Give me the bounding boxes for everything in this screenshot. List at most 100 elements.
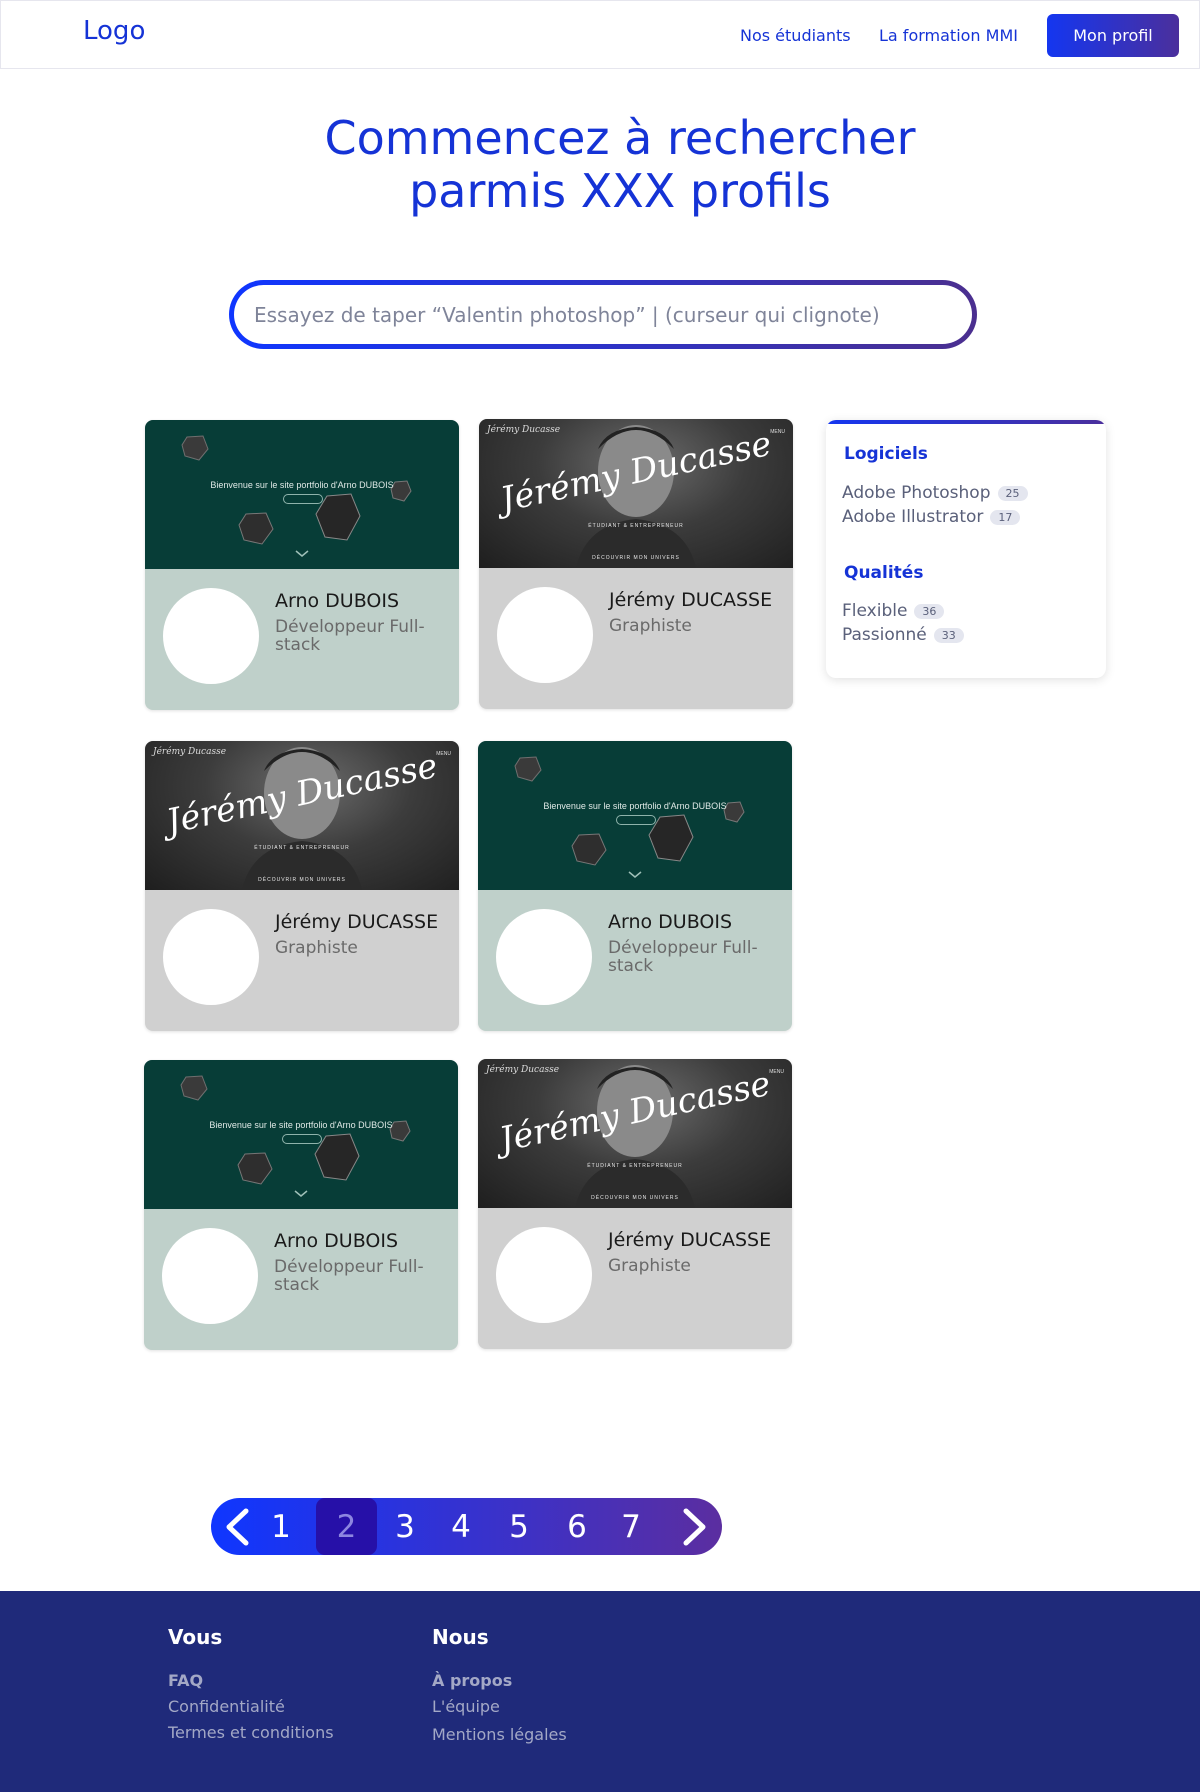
student-name: Jérémy DUCASSE: [609, 589, 773, 611]
filter-item-flexible[interactable]: Flexible 36: [842, 601, 945, 621]
avatar: [163, 909, 259, 1005]
portfolio-preview-image: Bienvenue sur le site portfolio d'Arno D…: [145, 420, 459, 569]
pagination-page-1[interactable]: 1: [259, 1498, 303, 1555]
gem-shape: [514, 756, 542, 782]
footer-link-equipe[interactable]: L'équipe: [432, 1697, 500, 1716]
banner-welcome-text: Bienvenue sur le site portfolio d'Arno D…: [210, 480, 394, 490]
portfolio-preview-image: Bienvenue sur le site portfolio d'Arno D…: [478, 741, 792, 890]
filter-count-badge: 17: [990, 509, 1021, 525]
pagination-page-7[interactable]: 7: [609, 1498, 653, 1555]
footer-link-faq[interactable]: FAQ: [168, 1671, 203, 1690]
student-name: Arno DUBOIS: [608, 911, 733, 933]
banner-pill: [283, 494, 323, 504]
banner-welcome-text: Bienvenue sur le site portfolio d'Arno D…: [543, 801, 727, 811]
student-role: Graphiste: [275, 938, 358, 958]
student-card[interactable]: Jérémy Ducasse MENU Jérémy Ducasse ÉTUDI…: [145, 741, 459, 1031]
filter-heading-qualites: Qualités: [844, 563, 924, 583]
pagination-page-5[interactable]: 5: [497, 1498, 541, 1555]
banner-cta: DÉCOUVRIR MON UNIVERS: [258, 877, 346, 883]
footer-link-mentions[interactable]: Mentions légales: [432, 1725, 567, 1744]
banner-subtitle: ÉTUDIANT & ENTREPRENEUR: [587, 1163, 683, 1169]
footer: Vous FAQ Confidentialité Termes et condi…: [0, 1591, 1200, 1792]
filter-item-photoshop[interactable]: Adobe Photoshop 25: [842, 483, 1028, 503]
gem-shape: [237, 1152, 273, 1185]
nav-link-formation[interactable]: La formation MMI: [879, 26, 1018, 45]
banner-pill: [616, 815, 656, 825]
avatar: [162, 1228, 258, 1324]
filter-item-label: Flexible: [842, 601, 908, 621]
portfolio-preview-image: Bienvenue sur le site portfolio d'Arno D…: [144, 1060, 458, 1209]
banner-subtitle: ÉTUDIANT & ENTREPRENEUR: [588, 523, 684, 529]
chevron-down-icon: [294, 1190, 308, 1197]
student-name: Arno DUBOIS: [275, 590, 400, 612]
pagination-page-2-current[interactable]: 2: [316, 1498, 377, 1555]
nav-link-etudiants[interactable]: Nos étudiants: [740, 26, 851, 45]
student-name: Jérémy DUCASSE: [608, 1229, 772, 1251]
search-field-container: [234, 285, 972, 344]
footer-heading-vous: Vous: [168, 1625, 223, 1649]
logo[interactable]: Logo: [83, 16, 145, 46]
footer-heading-nous: Nous: [432, 1625, 489, 1649]
pagination-next-button[interactable]: [677, 1498, 713, 1555]
filter-item-label: Passionné: [842, 625, 927, 645]
student-role: Graphiste: [608, 1256, 691, 1276]
search-bar: [229, 280, 977, 349]
chevron-down-icon: [295, 550, 309, 557]
student-card[interactable]: Bienvenue sur le site portfolio d'Arno D…: [478, 741, 792, 1031]
search-input[interactable]: [254, 302, 972, 327]
filter-item-label: Adobe Illustrator: [842, 507, 984, 527]
filter-count-badge: 33: [933, 627, 964, 643]
student-card[interactable]: Jérémy Ducasse MENU Jérémy Ducasse ÉTUDI…: [478, 1059, 792, 1349]
filter-accent-bar: [826, 420, 1106, 424]
banner-pill: [282, 1134, 322, 1144]
filter-item-illustrator[interactable]: Adobe Illustrator 17: [842, 507, 1021, 527]
mini-logo: Jérémy Ducasse: [153, 747, 227, 757]
filter-panel: Logiciels Adobe Photoshop 25 Adobe Illus…: [826, 420, 1106, 678]
student-role: Développeur Full-stack: [274, 1257, 424, 1295]
page-title-line-1: Commencez à rechercher: [324, 111, 916, 165]
portfolio-preview-image: Jérémy Ducasse MENU Jérémy Ducasse ÉTUDI…: [479, 419, 793, 568]
filter-count-badge: 36: [914, 603, 945, 619]
filter-item-passionne[interactable]: Passionné 33: [842, 625, 964, 645]
avatar: [496, 909, 592, 1005]
pagination-page-4[interactable]: 4: [439, 1498, 483, 1555]
filter-item-label: Adobe Photoshop: [842, 483, 991, 503]
student-card[interactable]: Jérémy Ducasse MENU Jérémy Ducasse ÉTUDI…: [479, 419, 793, 709]
chevron-down-icon: [628, 871, 642, 878]
profile-button[interactable]: Mon profil: [1047, 14, 1179, 57]
banner-cta: DÉCOUVRIR MON UNIVERS: [591, 1195, 679, 1201]
student-role: Développeur Full-stack: [275, 617, 425, 655]
student-card[interactable]: Bienvenue sur le site portfolio d'Arno D…: [145, 420, 459, 710]
student-role: Graphiste: [609, 616, 692, 636]
pagination-page-3[interactable]: 3: [383, 1498, 427, 1555]
footer-link-a-propos[interactable]: À propos: [432, 1671, 512, 1690]
filter-count-badge: 25: [997, 485, 1028, 501]
student-role: Développeur Full-stack: [608, 938, 758, 976]
avatar: [163, 588, 259, 684]
top-nav-bar: Logo Nos étudiants La formation MMI Mon …: [0, 0, 1200, 69]
gem-shape: [238, 512, 274, 545]
page-title: Commencez à rechercher parmis XXX profil…: [200, 112, 1040, 218]
footer-link-termes[interactable]: Termes et conditions: [168, 1723, 334, 1742]
student-card[interactable]: Bienvenue sur le site portfolio d'Arno D…: [144, 1060, 458, 1350]
banner-welcome-text: Bienvenue sur le site portfolio d'Arno D…: [209, 1120, 393, 1130]
pagination: 1 2 3 4 5 6 7: [211, 1498, 722, 1555]
banner-cta: DÉCOUVRIR MON UNIVERS: [592, 555, 680, 561]
avatar: [497, 587, 593, 683]
chevron-right-icon: [683, 1508, 706, 1545]
page-title-line-2: parmis XXX profils: [409, 164, 831, 218]
student-name: Arno DUBOIS: [274, 1230, 399, 1252]
pagination-prev-button[interactable]: [219, 1498, 255, 1555]
avatar: [496, 1227, 592, 1323]
mini-logo: Jérémy Ducasse: [487, 425, 561, 435]
footer-link-confidentialite[interactable]: Confidentialité: [168, 1697, 285, 1716]
banner-subtitle: ÉTUDIANT & ENTREPRENEUR: [254, 845, 350, 851]
gem-shape: [180, 1075, 208, 1101]
student-name: Jérémy DUCASSE: [275, 911, 439, 933]
portfolio-preview-image: Jérémy Ducasse MENU Jérémy Ducasse ÉTUDI…: [478, 1059, 792, 1208]
chevron-left-icon: [226, 1508, 249, 1545]
gem-shape: [571, 833, 607, 866]
gem-shape: [181, 435, 209, 461]
pagination-page-6[interactable]: 6: [555, 1498, 599, 1555]
portfolio-preview-image: Jérémy Ducasse MENU Jérémy Ducasse ÉTUDI…: [145, 741, 459, 890]
